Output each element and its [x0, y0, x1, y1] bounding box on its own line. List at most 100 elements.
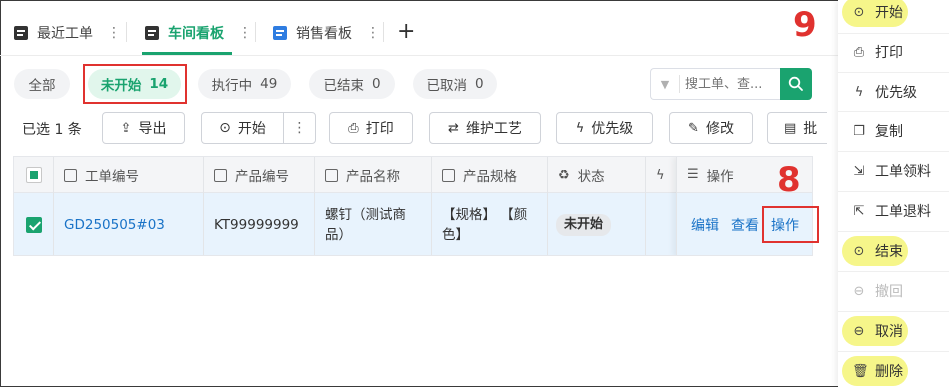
spec-line: 【规格】 【颜	[442, 207, 528, 223]
menu-item-priority[interactable]: ϟ 优先级	[838, 72, 949, 112]
button-label: 导出	[138, 121, 167, 137]
printer-icon: ⎙	[348, 120, 359, 136]
filter-cancelled[interactable]: 已取消 0	[413, 69, 497, 99]
play-circle-icon: ⊙	[219, 120, 231, 136]
search-icon	[788, 76, 803, 91]
add-tab-button[interactable]: +	[397, 19, 415, 44]
header-label: 产品名称	[346, 169, 400, 185]
menu-item-material-issue[interactable]: ⇲ 工单领料	[838, 151, 949, 191]
tab-label: 最近工单	[37, 26, 93, 42]
edit-link[interactable]: 编辑	[691, 215, 719, 235]
document-icon	[14, 26, 28, 40]
spec-line: 色】	[442, 227, 469, 243]
start-button[interactable]: ⊙ 开始	[202, 113, 284, 143]
hash-icon	[442, 168, 455, 182]
filter-in-progress[interactable]: 执行中 49	[198, 69, 291, 99]
filter-count: 0	[371, 76, 381, 92]
printer-icon: ⎙	[853, 44, 865, 60]
menu-item-cancel[interactable]: ⊖ 取消	[838, 311, 949, 351]
text-icon	[325, 168, 338, 182]
upload-icon: ⇪	[120, 120, 132, 136]
tab-workshop-board[interactable]: 车间看板 ⋮	[145, 14, 252, 52]
header-product-no: 产品编号	[204, 157, 315, 193]
header-extra: ϟ	[646, 157, 676, 193]
header-label: 状态	[577, 169, 605, 185]
more-vertical-icon[interactable]: ⋮	[107, 25, 121, 41]
header-product-name: 产品名称	[315, 157, 432, 193]
menu-item-label: 复制	[875, 124, 903, 140]
tab-bar: 最近工单 ⋮ 车间看板 ⋮ 销售看板 ⋮ +	[0, 0, 838, 56]
menu-item-copy[interactable]: ❐ 复制	[838, 111, 949, 151]
trash-icon: 🗑	[852, 363, 869, 379]
row-select[interactable]	[14, 193, 54, 255]
menu-item-label: 结束	[875, 244, 903, 260]
menu-item-delete[interactable]: 🗑 删除	[838, 351, 949, 387]
maintain-process-button[interactable]: ⇄ 维护工艺	[429, 112, 541, 144]
row-checkbox[interactable]	[26, 217, 42, 233]
menu-item-material-return[interactable]: ⇱ 工单退料	[838, 191, 949, 231]
search-input[interactable]	[680, 76, 775, 92]
tab-sales-board[interactable]: 销售看板 ⋮	[273, 14, 380, 52]
export-button[interactable]: ⇪ 导出	[102, 112, 185, 144]
annotation-highlight-box	[762, 206, 819, 243]
tab-recent-orders[interactable]: 最近工单 ⋮	[14, 14, 121, 52]
tab-label: 销售看板	[296, 26, 352, 42]
header-order-no: 工单编号	[54, 157, 204, 193]
button-label: 打印	[365, 121, 394, 137]
batch-button[interactable]: ▤ 批	[767, 112, 827, 144]
more-vertical-icon: ⋮	[292, 120, 307, 136]
pencil-icon: ✎	[688, 120, 699, 136]
play-circle-icon: ⊙	[853, 4, 865, 20]
document-icon	[145, 26, 159, 40]
search-box: ▼	[650, 68, 780, 100]
stop-circle-icon: ⊙	[853, 243, 865, 259]
material-in-icon: ⇲	[853, 163, 865, 179]
edit-button[interactable]: ✎ 修改	[669, 112, 753, 144]
filter-label: 已取消	[426, 78, 467, 94]
filter-all[interactable]: 全部	[14, 69, 70, 99]
id-card-icon	[214, 168, 227, 182]
filter-label: 全部	[28, 78, 56, 94]
tab-divider	[383, 22, 384, 42]
menu-item-finish[interactable]: ⊙ 结束	[838, 231, 949, 271]
header-select-all[interactable]	[14, 157, 54, 193]
selected-count: 已选 1 条	[22, 122, 82, 138]
menu-item-label: 取消	[875, 324, 903, 340]
tab-label: 车间看板	[168, 26, 224, 42]
lightning-icon: ϟ	[656, 167, 665, 183]
more-vertical-icon[interactable]: ⋮	[238, 25, 252, 41]
filter-count: 0	[474, 76, 484, 92]
cell-order-no[interactable]: GD250505#03	[54, 193, 204, 255]
header-spec: 产品规格	[432, 157, 548, 193]
swap-icon: ⇄	[448, 120, 459, 136]
more-vertical-icon[interactable]: ⋮	[366, 25, 380, 41]
start-split-button: ⊙ 开始 ⋮	[201, 112, 316, 144]
menu-item-label: 删除	[875, 364, 903, 380]
chevron-down-icon[interactable]: ▼	[651, 78, 679, 91]
cell-spec: 【规格】 【颜 色】	[432, 193, 548, 255]
menu-item-print[interactable]: ⎙ 打印	[838, 32, 949, 72]
menu-item-label: 开始	[875, 5, 903, 21]
priority-button[interactable]: ϟ 优先级	[556, 112, 653, 144]
annotation-highlight-box	[83, 64, 187, 104]
cell-product-no: KT99999999	[204, 193, 315, 255]
button-label: 优先级	[591, 121, 634, 137]
select-all-checkbox[interactable]	[26, 167, 42, 183]
menu-item-label: 工单领料	[875, 164, 931, 180]
annotation-step-8: 8	[777, 160, 801, 200]
status-badge: 未开始	[556, 214, 612, 236]
document-icon: ▤	[784, 120, 797, 136]
start-more-button[interactable]: ⋮	[284, 113, 315, 143]
search-button[interactable]	[780, 68, 812, 100]
order-no-link[interactable]: GD250505#03	[64, 215, 165, 235]
menu-item-label: 优先级	[875, 85, 917, 101]
button-label: 修改	[705, 121, 734, 137]
work-order-table: 工单编号 产品编号 产品名称 产品规格 ♻ 状态 ϟ GD250505#03 K…	[13, 156, 813, 256]
print-button[interactable]: ⎙ 打印	[329, 112, 413, 144]
menu-item-start[interactable]: ⊙ 开始	[838, 0, 949, 32]
filter-finished[interactable]: 已结束 0	[309, 69, 395, 99]
view-link[interactable]: 查看	[731, 215, 759, 235]
filter-label: 执行中	[211, 78, 253, 94]
cell-product-name: 螺钉（测试商 品）	[315, 193, 432, 255]
recycle-icon: ♻	[558, 167, 570, 183]
